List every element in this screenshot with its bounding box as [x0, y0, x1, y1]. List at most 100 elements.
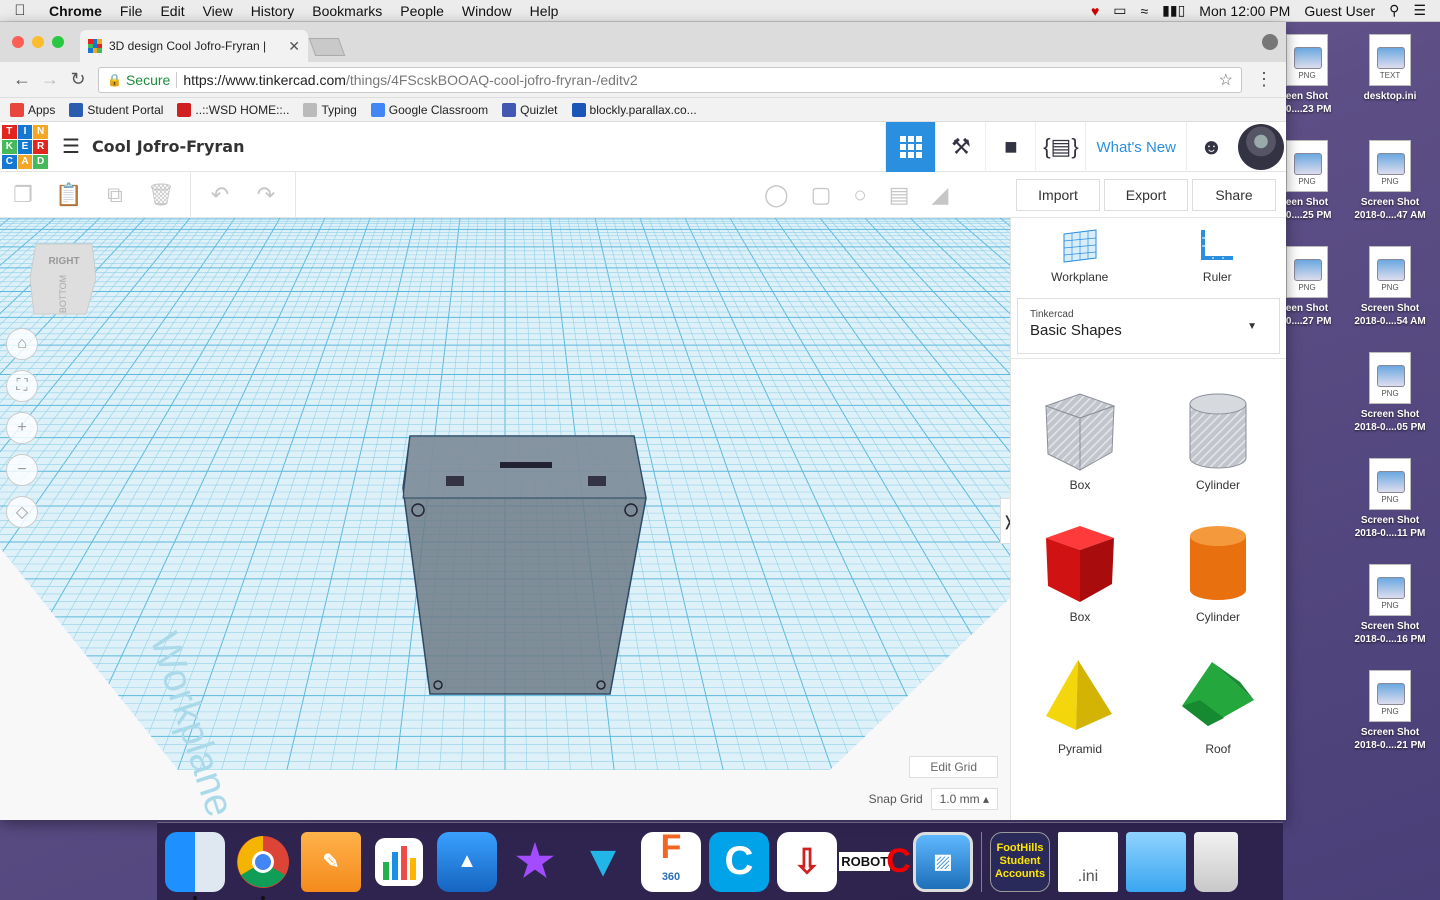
desktop-file-icon[interactable]: PNG Screen Shot 2018-0....47 AM	[1345, 140, 1435, 222]
desktop-file-icon[interactable]: PNG Screen Shot 2018-0....21 PM	[1345, 670, 1435, 752]
bricks-icon[interactable]: ■	[985, 122, 1035, 172]
foothills-folder-icon[interactable]: FootHills Student Accounts	[990, 831, 1050, 892]
windows-remote-icon[interactable]: ▨	[913, 831, 973, 892]
zoom-in-icon[interactable]: +	[6, 412, 38, 444]
back-arrow-icon[interactable]: ←	[8, 69, 36, 90]
import-button[interactable]: Import	[1016, 179, 1100, 211]
shape-box-gray[interactable]: Box	[1011, 388, 1149, 492]
align-icon[interactable]: ▤	[889, 182, 910, 208]
lightbulb-icon[interactable]: ◯	[764, 182, 789, 208]
codeblocks-icon[interactable]: {▤}	[1035, 122, 1085, 172]
shape-box-red[interactable]: Box	[1011, 520, 1149, 624]
menu-app-name[interactable]: Chrome	[40, 3, 111, 19]
desktop-file-icon[interactable]: PNG Screen Shot 2018-0....54 AM	[1345, 246, 1435, 328]
status-heart-icon[interactable]: ♥	[1091, 3, 1099, 19]
chrome-menu-icon[interactable]: ⋮	[1250, 69, 1278, 90]
avatar[interactable]	[1238, 124, 1284, 170]
address-bar[interactable]: 🔒 Secure https://www.tinkercad.com /thin…	[98, 66, 1242, 93]
desktop-file-icon[interactable]: PNG Screen Shot 2018-0....05 PM	[1345, 352, 1435, 434]
pages-icon[interactable]: ✎	[301, 831, 361, 892]
notification-center-icon[interactable]: ☰	[1413, 2, 1426, 19]
airplay-icon[interactable]: ▭	[1113, 2, 1126, 19]
shape-library-dropdown[interactable]: Tinkercad Basic Shapes ▼	[1017, 298, 1280, 354]
minimize-window-button[interactable]	[32, 36, 44, 48]
menu-window[interactable]: Window	[453, 3, 521, 19]
new-tab-button[interactable]	[308, 38, 346, 56]
browser-tab-active[interactable]: 3D design Cool Jofro-Fryran | ✕	[80, 30, 308, 62]
cura-icon[interactable]: C	[709, 831, 769, 892]
bookmark-item[interactable]: ..::WSD HOME::..	[177, 102, 289, 117]
menu-history[interactable]: History	[242, 3, 304, 19]
group-icon[interactable]: ▢	[811, 182, 832, 208]
ruler-tool[interactable]: Ruler	[1149, 218, 1287, 292]
undo-icon[interactable]: ↶	[197, 182, 243, 208]
download-arrow-icon[interactable]: ⇩	[777, 831, 837, 892]
snap-grid-select[interactable]: 1.0 mm ▴	[930, 788, 998, 810]
paste-icon[interactable]: 📋	[46, 182, 92, 208]
duplicate-icon[interactable]: ⧉	[92, 182, 138, 208]
imovie-star-icon[interactable]: ★	[505, 832, 565, 892]
bookmark-item[interactable]: Student Portal	[69, 102, 163, 117]
wifi-icon[interactable]: ≈	[1140, 3, 1148, 19]
bookmark-star-icon[interactable]: ☆	[1219, 70, 1233, 90]
trash-icon[interactable]	[1194, 831, 1238, 892]
menu-people[interactable]: People	[391, 3, 453, 19]
forward-arrow-icon[interactable]: →	[36, 69, 64, 90]
battery-icon[interactable]: ▮▮▯	[1162, 2, 1185, 19]
numbers-icon[interactable]	[369, 832, 429, 892]
whats-new-link[interactable]: What's New	[1085, 122, 1186, 172]
keynote-icon[interactable]: ▲	[437, 831, 497, 892]
tinkercad-logo[interactable]: TIN KER CAD	[2, 124, 48, 169]
apple-icon[interactable]: 	[0, 2, 40, 19]
fit-view-icon[interactable]: ⛶	[6, 370, 38, 402]
menu-bookmarks[interactable]: Bookmarks	[303, 3, 391, 19]
ini-file-icon[interactable]: .ini	[1058, 831, 1118, 892]
mirror-icon[interactable]: ◢	[932, 182, 949, 208]
perspective-icon[interactable]: ◇	[6, 496, 38, 528]
share-button[interactable]: Share	[1192, 179, 1276, 211]
bookmark-item[interactable]: Google Classroom	[370, 102, 488, 117]
shape-cylinder-gray[interactable]: Cylinder	[1149, 388, 1286, 492]
robotc-icon[interactable]: ROBOT C	[839, 832, 911, 892]
shape-pyramid-yellow[interactable]: Pyramid	[1011, 652, 1149, 756]
3d-viewport[interactable]: Workplane RIGHT BOTTOM ⌂ ⛶ + − ◇ Edit Gr…	[0, 218, 1010, 820]
close-window-button[interactable]	[12, 36, 24, 48]
bookmark-item[interactable]: blockly.parallax.co...	[571, 102, 697, 117]
fusion-360-icon[interactable]: F 360	[641, 830, 701, 892]
3d-view-grid-icon[interactable]	[885, 122, 936, 172]
menu-file[interactable]: File	[111, 3, 152, 19]
export-button[interactable]: Export	[1104, 179, 1188, 211]
chrome-icon[interactable]	[233, 832, 293, 900]
chrome-profile-icon[interactable]	[1262, 34, 1278, 50]
menubar-clock[interactable]: Mon 12:00 PM	[1199, 3, 1290, 19]
shape-roof-green[interactable]: Roof	[1149, 652, 1286, 756]
delete-icon[interactable]: 🗑	[138, 182, 184, 208]
spotlight-icon[interactable]: ⚲	[1389, 2, 1399, 19]
desktop-file-icon[interactable]: TEXT desktop.ini	[1345, 34, 1435, 103]
desktop-file-icon[interactable]: PNG Screen Shot 2018-0....11 PM	[1345, 458, 1435, 540]
zoom-window-button[interactable]	[52, 36, 64, 48]
bookmark-item[interactable]: Apps	[10, 102, 55, 117]
paper-plane-icon[interactable]: ▼	[573, 832, 633, 892]
ungroup-icon[interactable]: ○	[853, 182, 866, 208]
zoom-out-icon[interactable]: −	[6, 454, 38, 486]
design-title[interactable]: Cool Jofro-Fryran	[92, 137, 245, 156]
design-list-icon[interactable]: ☰	[62, 134, 80, 159]
bookmark-item[interactable]: Typing	[303, 102, 357, 117]
copy-icon[interactable]: ❐	[0, 182, 46, 208]
downloads-folder-icon[interactable]	[1126, 831, 1186, 892]
workplane-tool[interactable]: Workplane	[1011, 218, 1149, 292]
tab-close-icon[interactable]: ✕	[288, 38, 300, 55]
workplane-grid[interactable]: Workplane	[0, 218, 1010, 820]
bookmark-item[interactable]: Quizlet	[502, 102, 558, 117]
edit-grid-button[interactable]: Edit Grid	[909, 756, 998, 778]
view-cube[interactable]: RIGHT BOTTOM	[30, 238, 96, 318]
shape-cylinder-orange[interactable]: Cylinder	[1149, 520, 1286, 624]
reload-icon[interactable]: ↻	[64, 69, 92, 90]
finder-icon[interactable]	[165, 831, 225, 900]
menubar-user[interactable]: Guest User	[1304, 3, 1375, 19]
pickaxe-icon[interactable]: ⚒	[935, 122, 985, 172]
menu-view[interactable]: View	[194, 3, 242, 19]
design-object[interactable]	[402, 435, 647, 695]
redo-icon[interactable]: ↷	[243, 182, 289, 208]
